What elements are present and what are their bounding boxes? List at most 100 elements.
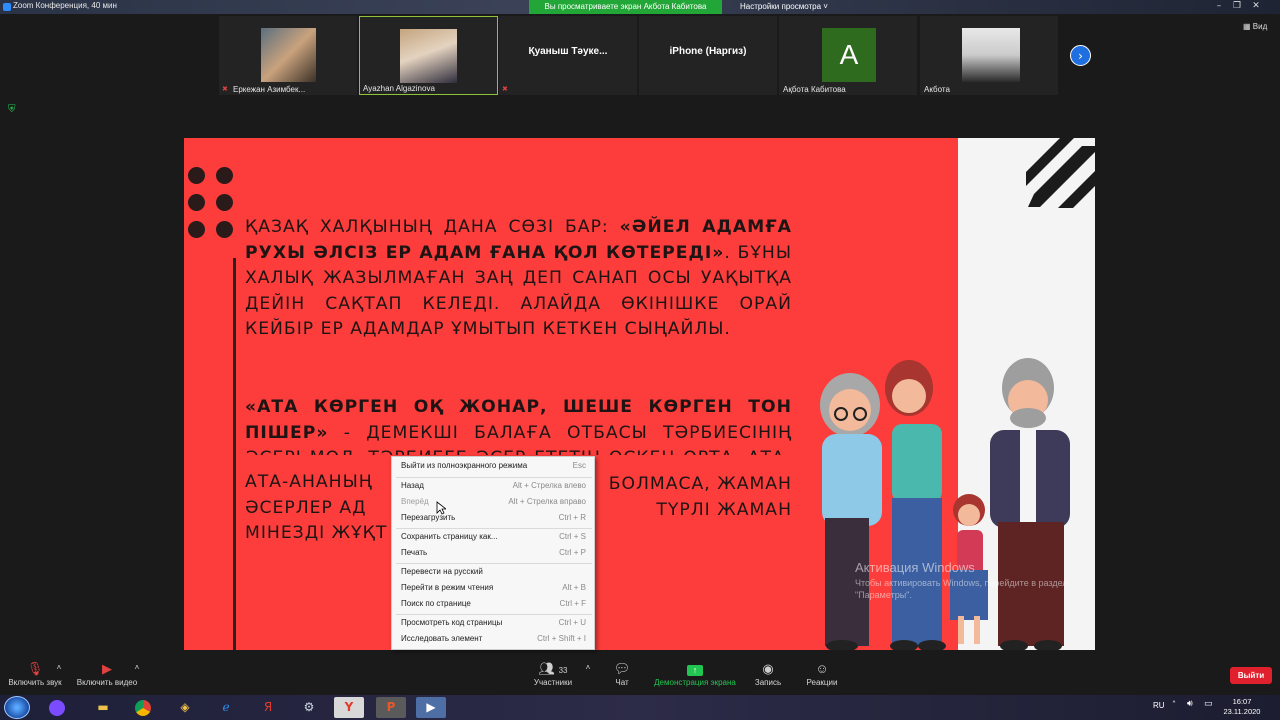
view-label: Вид (1252, 22, 1268, 31)
participant-video (400, 29, 457, 83)
meeting-toolbar (0, 655, 1280, 695)
participant-video (962, 28, 1020, 82)
file-explorer-icon[interactable]: ▬ (88, 697, 118, 718)
chat-button[interactable]: 💬︎ Чат (606, 660, 638, 692)
slide-paragraph-1: ҚАЗАҚ ХАЛҚЫНЫҢ ДАНА СӨЗІ БАР: «ӘЙЕЛ АДАМ… (245, 215, 792, 343)
family-illustration (820, 358, 1070, 650)
next-page-button[interactable]: › (1070, 45, 1091, 66)
security-shield-icon[interactable]: ⛨ (8, 104, 18, 115)
menu-item-view-source[interactable]: Просмотреть код страницы Ctrl + U (392, 616, 594, 631)
start-video-button[interactable]: ▶︎ Включить видео (74, 660, 140, 692)
mic-muted-icon: ✖ (222, 85, 228, 93)
tray-overflow-icon[interactable]: ˄ (1172, 700, 1176, 709)
participant-name: Ақбота Кабитова (783, 85, 846, 94)
participant-tile[interactable]: ✖ Еркежан Азимбек... (219, 16, 357, 95)
participant-name: iPhone (Наргиз) (669, 46, 747, 57)
screen-share-banner: Вы просматриваете экран Акбота Кабитова (529, 0, 722, 14)
menu-item-reading-mode[interactable]: Перейти в режим чтения Alt + B (392, 581, 594, 596)
decor-dot (188, 167, 205, 184)
participant-tile[interactable]: A Ақбота Кабитова (779, 16, 917, 95)
menu-item-inspect[interactable]: Исследовать элемент Ctrl + Shift + I (392, 632, 594, 647)
menu-separator (396, 477, 592, 478)
chrome-icon[interactable] (128, 697, 158, 718)
audio-options-chevron-icon[interactable]: ˄ (55, 663, 63, 672)
minimize-icon[interactable]: – (1210, 0, 1228, 14)
decor-dot (216, 194, 233, 211)
stripes-decoration (1026, 138, 1095, 208)
share-screen-button[interactable]: ↑ Демонстрация экрана (650, 660, 740, 692)
menu-separator (396, 563, 592, 564)
windows-activation-title: Активация Windows (855, 560, 975, 575)
avatar: A (822, 28, 876, 82)
network-app-icon[interactable]: ⚙︎ (294, 697, 324, 718)
mouse-cursor-icon (436, 501, 446, 515)
leave-meeting-button[interactable]: Выйти (1230, 667, 1272, 684)
slide-vertical-line (233, 258, 236, 650)
record-button[interactable]: ◉ Запись (750, 660, 786, 692)
mic-muted-icon: ✖ (502, 85, 508, 93)
powerpoint-icon[interactable]: P (376, 697, 406, 718)
menu-item-back[interactable]: Назад Alt + Стрелка влево (392, 479, 594, 494)
menu-item-reload[interactable]: Перезагрузить Ctrl + R (392, 511, 594, 526)
view-options-dropdown[interactable]: Настройки просмотра ˅ (733, 0, 835, 14)
close-icon[interactable]: ✕ (1247, 0, 1265, 14)
participant-tile-active-speaker[interactable]: Ayazhan Algazinova (359, 16, 498, 95)
reactions-icon: ☺ (815, 661, 829, 676)
decor-dot (216, 221, 233, 238)
para2-text-b-end: АТА-АНАНЫҢ (245, 472, 373, 492)
network-icon[interactable]: ▭ (1204, 699, 1213, 709)
menu-item-print[interactable]: Печать Ctrl + P (392, 546, 594, 561)
video-off-icon: ▶︎ (102, 661, 112, 676)
reactions-button[interactable]: ☺ Реакции (801, 660, 843, 692)
chat-icon: 💬︎ (613, 661, 631, 676)
participant-tile[interactable]: iPhone (Наргиз) (639, 16, 777, 95)
participant-tile[interactable]: Акбота (920, 16, 1058, 95)
app-cube-icon[interactable]: ◈ (170, 697, 200, 718)
volume-icon[interactable]: 🔊︎ (1187, 699, 1193, 709)
record-icon: ◉ (762, 661, 774, 676)
menu-item-exit-fullscreen[interactable]: Выйти из полноэкранного режима Esc (392, 459, 594, 474)
participant-video (261, 28, 316, 82)
menu-separator (396, 528, 592, 529)
menu-item-translate[interactable]: Перевести на русский (392, 565, 594, 580)
keyboard-language[interactable]: RU (1153, 701, 1165, 710)
decor-dot (188, 194, 205, 211)
start-button-icon[interactable] (4, 696, 30, 719)
participant-name: Еркежан Азимбек... (233, 85, 306, 94)
zoom-taskbar-icon[interactable]: ▶︎ (416, 697, 446, 718)
menu-item-forward: Вперёд Alt + Стрелка вправо (401, 497, 586, 506)
alice-app-icon[interactable] (42, 697, 72, 718)
participants-chevron-icon[interactable]: ˄ (584, 663, 592, 672)
participant-name: Акбота (924, 85, 950, 94)
zoom-app-icon (3, 3, 11, 11)
clock[interactable]: 16:07 23.11.2020 (1222, 697, 1262, 717)
decor-dot (188, 221, 205, 238)
para1-text-a: ҚАЗАҚ ХАЛҚЫНЫҢ ДАНА СӨЗІ БАР: (245, 217, 620, 237)
share-screen-icon: ↑ (687, 665, 703, 676)
participants-icon: 👥︎ (538, 661, 555, 676)
participants-button[interactable]: 👥︎ 33 Участники (530, 660, 576, 692)
menu-separator (396, 614, 592, 615)
participant-tile[interactable]: ✖ Қуаныш Тәуке... (499, 16, 637, 95)
internet-explorer-icon[interactable]: ℯ (211, 697, 241, 718)
participants-count: 33 (558, 666, 568, 675)
para2-text-d: ӘСЕРЛЕР АД (245, 497, 367, 518)
para2-text-c: БОЛМАСА, ЖАМАН (608, 474, 792, 494)
windows-activation-text: Чтобы активировать Windows, перейдите в … (855, 578, 1068, 600)
view-button[interactable]: ▦ Вид (1243, 22, 1267, 31)
zoom-window: Zoom Конференция, 40 мин Вы просматривае… (0, 0, 1280, 720)
clock-time: 16:07 (1232, 697, 1252, 706)
yandex-icon[interactable]: Я (253, 697, 283, 718)
slide-paragraph-2-right: БОЛМАСА, ЖАМАН ТҮРЛІ ЖАМАН (600, 472, 792, 523)
video-options-chevron-icon[interactable]: ˄ (133, 663, 141, 672)
menu-item-find[interactable]: Поиск по странице Ctrl + F (392, 597, 594, 612)
participant-name: Ayazhan Algazinova (363, 84, 435, 93)
menu-item-save-page[interactable]: Сохранить страницу как... Ctrl + S (392, 530, 594, 545)
para2-text-e: ТҮРЛІ ЖАМАН (656, 499, 792, 520)
restore-icon[interactable]: ❐ (1228, 0, 1246, 14)
para2-text-f: МІНЕЗДІ ЖҰҚТ (245, 523, 388, 544)
window-title: Zoom Конференция, 40 мин (13, 1, 117, 10)
context-menu: Выйти из полноэкранного режима Esc Назад A… (391, 456, 595, 650)
clock-date: 23.11.2020 (1223, 707, 1261, 716)
yandex-browser-icon[interactable]: Y (334, 697, 364, 718)
